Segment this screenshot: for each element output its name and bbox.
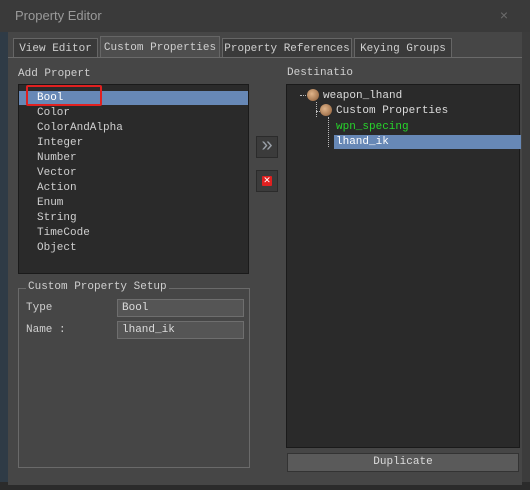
list-item-object[interactable]: Object: [19, 241, 77, 255]
tree-item-wpn-specing[interactable]: wpn_specing: [336, 121, 409, 133]
list-item-action[interactable]: Action: [19, 181, 77, 195]
setup-group-title: Custom Property Setup: [26, 281, 169, 293]
tree-item-lhand-ik[interactable]: lhand_ik: [334, 135, 521, 149]
list-item-vector[interactable]: Vector: [19, 166, 77, 180]
destination-tree[interactable]: weapon_lhand Custom Properties wpn_speci…: [286, 84, 521, 448]
tab-custom-properties[interactable]: Custom Properties: [100, 36, 220, 58]
add-property-list[interactable]: Bool Color ColorAndAlpha Integer Number …: [18, 84, 249, 274]
tab-divider: [8, 57, 522, 58]
destination-label: Destinatio: [287, 67, 354, 79]
remove-property-button[interactable]: ✕: [256, 170, 278, 192]
add-property-button[interactable]: »: [256, 134, 278, 158]
tab-property-references[interactable]: Property References: [222, 38, 352, 58]
window-title: Property Editor: [15, 8, 102, 23]
tab-keying-groups[interactable]: Keying Groups: [354, 38, 452, 58]
annotation-highlight-box: [26, 85, 102, 106]
type-label: Type: [26, 302, 53, 314]
tree-line: [328, 117, 329, 147]
list-item-color[interactable]: Color: [19, 106, 70, 120]
duplicate-button[interactable]: Duplicate: [287, 453, 519, 472]
tree-group-custom-properties[interactable]: Custom Properties: [336, 105, 448, 117]
type-field[interactable]: Bool: [117, 299, 244, 317]
list-item-timecode[interactable]: TimeCode: [19, 226, 90, 240]
tree-line: [316, 102, 317, 117]
list-item-integer[interactable]: Integer: [19, 136, 83, 150]
name-field[interactable]: lhand_ik: [117, 321, 244, 339]
remove-glyph: ✕: [263, 175, 271, 185]
tree-root-weapon-lhand[interactable]: weapon_lhand: [323, 90, 402, 102]
title-bar[interactable]: Property Editor ×: [0, 0, 530, 32]
list-item-string[interactable]: String: [19, 211, 77, 225]
group-icon: [320, 104, 332, 116]
background-app-right: [522, 32, 530, 490]
tab-view-editor[interactable]: View Editor: [13, 38, 98, 58]
double-chevron-right-icon: »: [261, 134, 273, 156]
node-icon: [307, 89, 319, 101]
name-label: Name :: [26, 324, 66, 336]
add-property-label: Add Propert: [18, 68, 91, 80]
close-icon[interactable]: ×: [493, 4, 515, 26]
list-item-color-and-alpha[interactable]: ColorAndAlpha: [19, 121, 123, 135]
background-app-left: [0, 32, 8, 490]
list-item-number[interactable]: Number: [19, 151, 77, 165]
list-item-enum[interactable]: Enum: [19, 196, 63, 210]
